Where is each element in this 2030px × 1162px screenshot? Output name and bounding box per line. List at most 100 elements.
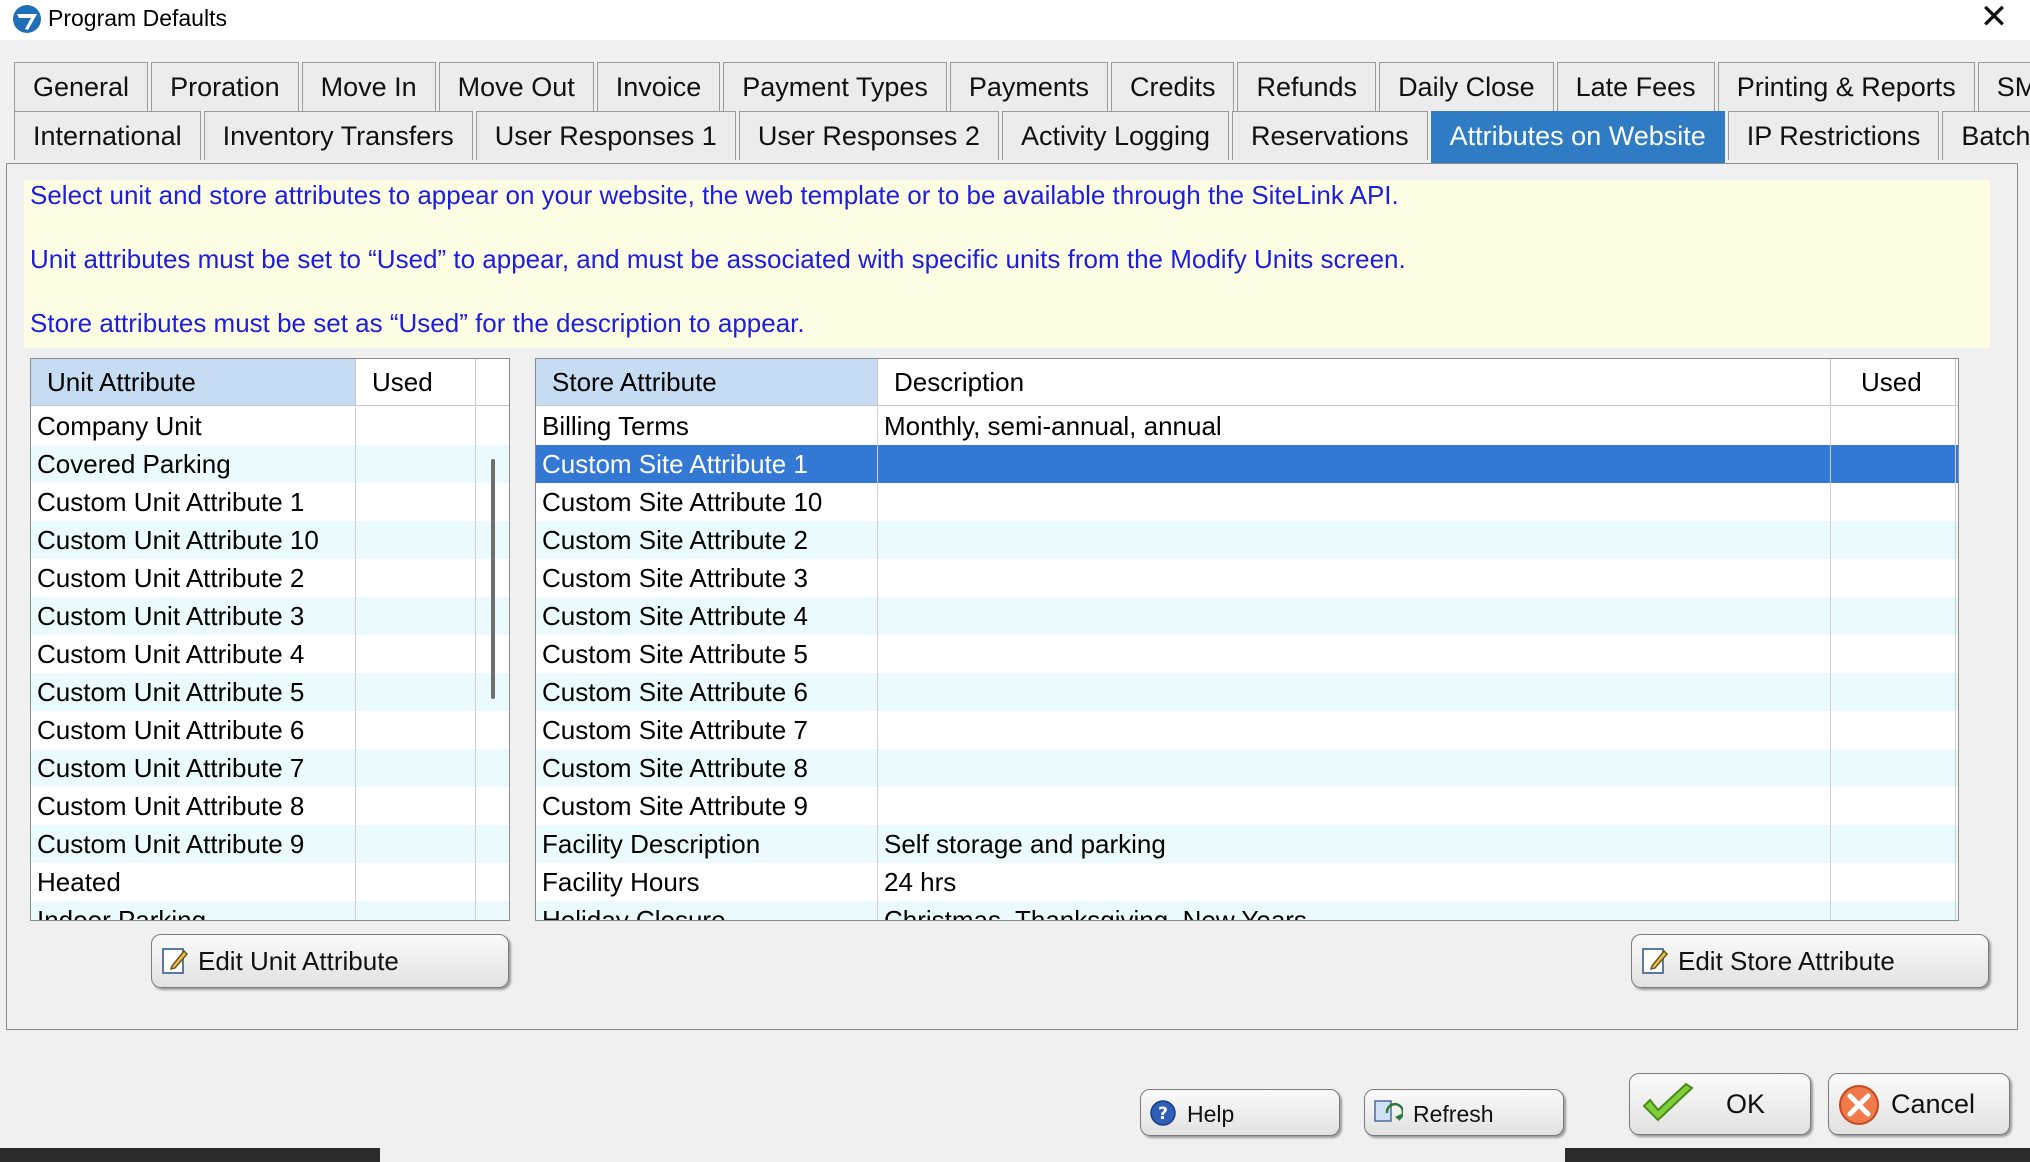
tab-ip-restrictions[interactable]: IP Restrictions [1727, 111, 1940, 160]
refresh-button[interactable]: Refresh [1364, 1089, 1564, 1136]
unit-used-cell[interactable] [356, 559, 476, 597]
unit-attribute-row[interactable]: Indoor Parking [31, 901, 509, 920]
store-attribute-row[interactable]: Facility Description Self storage and par… [536, 825, 1958, 863]
tab-daily-close[interactable]: Daily Close [1379, 62, 1554, 111]
unit-attribute-row[interactable]: Custom Unit Attribute 7 [31, 749, 509, 787]
store-used-cell[interactable] [1831, 825, 1956, 863]
store-attribute-grid[interactable]: Store Attribute Description Used Billing… [535, 358, 1959, 921]
store-attribute-row[interactable]: Custom Site Attribute 2 [536, 521, 1958, 559]
tab-late-fees[interactable]: Late Fees [1556, 62, 1715, 111]
unit-attribute-row[interactable]: Custom Unit Attribute 3 [31, 597, 509, 635]
tab-international[interactable]: International [14, 111, 201, 160]
edit-unit-attribute-button[interactable]: Edit Unit Attribute [151, 934, 509, 988]
unit-attribute-name: Custom Unit Attribute 10 [31, 521, 356, 559]
unit-attribute-grid[interactable]: Unit Attribute Used Company Unit Covered … [30, 358, 510, 921]
unit-attribute-row[interactable]: Custom Unit Attribute 4 [31, 635, 509, 673]
ok-button[interactable]: OK [1629, 1073, 1811, 1135]
app-logo-icon [13, 5, 41, 33]
unit-used-cell[interactable] [356, 787, 476, 825]
tab-reservations[interactable]: Reservations [1232, 111, 1428, 160]
store-used-cell[interactable] [1831, 407, 1956, 445]
unit-used-cell[interactable] [356, 407, 476, 445]
unit-attribute-row[interactable]: Custom Unit Attribute 6 [31, 711, 509, 749]
unit-used-cell[interactable] [356, 521, 476, 559]
unit-grid-scrollbar[interactable] [491, 459, 495, 699]
store-used-cell[interactable] [1831, 521, 1956, 559]
unit-used-cell[interactable] [356, 597, 476, 635]
unit-used-cell[interactable] [356, 483, 476, 521]
store-attribute-row[interactable]: Custom Site Attribute 4 [536, 597, 1958, 635]
unit-attribute-row[interactable]: Covered Parking [31, 445, 509, 483]
store-used-cell[interactable] [1831, 901, 1956, 920]
store-used-cell[interactable] [1831, 673, 1956, 711]
store-attribute-row[interactable]: Holiday Closure Christmas, Thanksgiving, … [536, 901, 1958, 920]
unit-used-cell[interactable] [356, 445, 476, 483]
store-used-cell[interactable] [1831, 597, 1956, 635]
store-attribute-description: Monthly, semi-annual, annual [878, 407, 1831, 445]
store-attribute-row[interactable]: Facility Hours 24 hrs [536, 863, 1958, 901]
store-attribute-row[interactable]: Custom Site Attribute 9 [536, 787, 1958, 825]
unit-used-cell[interactable] [356, 901, 476, 920]
store-attribute-name: Custom Site Attribute 9 [536, 787, 878, 825]
store-attribute-row[interactable]: Billing Terms Monthly, semi-annual, annua… [536, 407, 1958, 445]
store-attribute-row[interactable]: Custom Site Attribute 10 [536, 483, 1958, 521]
store-used-cell[interactable] [1831, 711, 1956, 749]
unit-attribute-row[interactable]: Custom Unit Attribute 10 [31, 521, 509, 559]
tab-activity-logging[interactable]: Activity Logging [1001, 111, 1230, 160]
unit-used-cell[interactable] [356, 673, 476, 711]
store-attribute-row[interactable]: Custom Site Attribute 8 [536, 749, 1958, 787]
edit-icon [1642, 948, 1669, 974]
store-used-cell[interactable] [1831, 863, 1956, 901]
store-used-cell[interactable] [1831, 483, 1956, 521]
unit-used-cell[interactable] [356, 825, 476, 863]
tab-move-out[interactable]: Move Out [438, 62, 594, 111]
store-attribute-row[interactable]: Custom Site Attribute 1 [536, 445, 1958, 483]
store-attribute-row[interactable]: Custom Site Attribute 3 [536, 559, 1958, 597]
tab-general[interactable]: General [14, 62, 149, 111]
store-attribute-row[interactable]: Custom Site Attribute 5 [536, 635, 1958, 673]
unit-attribute-row[interactable]: Custom Unit Attribute 5 [31, 673, 509, 711]
tab-inventory-transfers[interactable]: Inventory Transfers [203, 111, 473, 160]
unit-attribute-row[interactable]: Custom Unit Attribute 1 [31, 483, 509, 521]
unit-attribute-row[interactable]: Company Unit [31, 407, 509, 445]
tab-user-responses-2[interactable]: User Responses 2 [738, 111, 999, 160]
unit-used-cell[interactable] [356, 711, 476, 749]
tab-payment-types[interactable]: Payment Types [723, 62, 947, 111]
help-button[interactable]: ? Help [1140, 1089, 1340, 1136]
store-used-column-header[interactable]: Used [1831, 359, 1956, 405]
store-used-cell[interactable] [1831, 635, 1956, 673]
store-attribute-row[interactable]: Custom Site Attribute 6 [536, 673, 1958, 711]
store-attribute-name: Custom Site Attribute 2 [536, 521, 878, 559]
tab-printing-reports[interactable]: Printing & Reports [1717, 62, 1975, 111]
store-used-cell[interactable] [1831, 559, 1956, 597]
store-attribute-column-header[interactable]: Store Attribute [536, 359, 878, 405]
tab-refunds[interactable]: Refunds [1237, 62, 1377, 111]
tab-invoice[interactable]: Invoice [596, 62, 721, 111]
unit-used-column-header[interactable]: Used [356, 359, 476, 405]
tab-batch[interactable]: Batch [1942, 111, 2030, 160]
edit-store-attribute-button[interactable]: Edit Store Attribute [1631, 934, 1989, 988]
cancel-button[interactable]: Cancel [1828, 1073, 2010, 1135]
unit-used-cell[interactable] [356, 749, 476, 787]
close-icon[interactable]: ✕ [1972, 0, 2016, 36]
unit-used-cell[interactable] [356, 635, 476, 673]
store-used-cell[interactable] [1831, 445, 1956, 483]
tab-credits[interactable]: Credits [1110, 62, 1235, 111]
description-column-header[interactable]: Description [878, 359, 1831, 405]
store-attribute-name: Custom Site Attribute 8 [536, 749, 878, 787]
tab-move-in[interactable]: Move In [301, 62, 436, 111]
tab-attributes-on-website[interactable]: Attributes on Website [1430, 111, 1725, 163]
unit-attribute-row[interactable]: Custom Unit Attribute 8 [31, 787, 509, 825]
store-attribute-row[interactable]: Custom Site Attribute 7 [536, 711, 1958, 749]
tab-sms[interactable]: SMS [1977, 62, 2030, 111]
unit-attribute-column-header[interactable]: Unit Attribute [31, 359, 356, 405]
tab-user-responses-1[interactable]: User Responses 1 [475, 111, 736, 160]
unit-attribute-row[interactable]: Heated [31, 863, 509, 901]
tab-payments[interactable]: Payments [949, 62, 1108, 111]
store-used-cell[interactable] [1831, 749, 1956, 787]
tab-proration[interactable]: Proration [151, 62, 299, 111]
unit-used-cell[interactable] [356, 863, 476, 901]
unit-attribute-row[interactable]: Custom Unit Attribute 2 [31, 559, 509, 597]
store-used-cell[interactable] [1831, 787, 1956, 825]
unit-attribute-row[interactable]: Custom Unit Attribute 9 [31, 825, 509, 863]
